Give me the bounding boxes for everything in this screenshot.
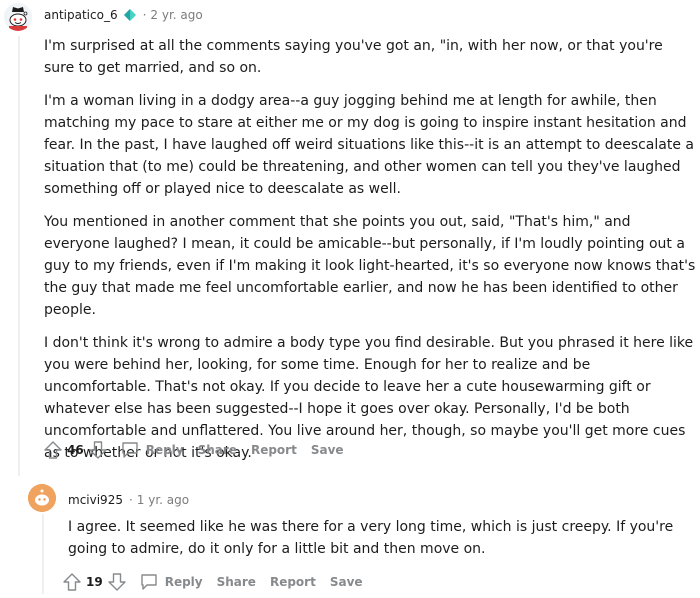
share-button[interactable]: Share xyxy=(198,443,237,457)
avatar[interactable] xyxy=(4,3,32,31)
comment-actions: 19 Reply Share Report Save xyxy=(62,572,363,592)
comment-paragraph: I'm surprised at all the comments saying… xyxy=(44,38,663,76)
comment-body: I'm surprised at all the comments saying… xyxy=(44,35,696,464)
thread-line[interactable] xyxy=(42,514,44,594)
timestamp[interactable]: 1 yr. ago xyxy=(137,493,189,507)
comment-paragraph: You mentioned in another comment that sh… xyxy=(44,214,696,318)
flair-icon xyxy=(123,8,137,22)
upvote-icon[interactable] xyxy=(43,440,63,460)
username[interactable]: mcivi925 xyxy=(68,493,123,507)
snoo-avatar-icon xyxy=(28,484,56,512)
comment-body: I agree. It seemed like he was there for… xyxy=(68,516,696,560)
comment-meta: antipatico_6 · 2 yr. ago xyxy=(44,8,203,22)
downvote-icon[interactable] xyxy=(107,572,127,592)
separator-dot: · xyxy=(128,493,133,507)
reply-button[interactable]: Reply xyxy=(120,440,184,460)
reply-label: Reply xyxy=(145,443,184,457)
comment-actions: 46 Reply Share Report Save xyxy=(43,440,344,460)
downvote-icon[interactable] xyxy=(88,440,108,460)
thread-line[interactable] xyxy=(18,36,20,476)
timestamp[interactable]: 2 yr. ago xyxy=(150,8,202,22)
save-button[interactable]: Save xyxy=(311,443,344,457)
comment-paragraph: I'm a woman living in a dodgy area--a gu… xyxy=(44,93,694,197)
save-button[interactable]: Save xyxy=(330,575,363,589)
vote-group: 19 xyxy=(62,572,127,592)
avatar[interactable] xyxy=(28,484,56,512)
reply-icon xyxy=(120,440,146,460)
vote-group: 46 xyxy=(43,440,108,460)
vote-count: 46 xyxy=(67,443,84,457)
snoo-avatar-icon xyxy=(4,3,32,31)
comment-paragraph: I agree. It seemed like he was there for… xyxy=(68,519,674,557)
upvote-icon[interactable] xyxy=(62,572,82,592)
vote-count: 19 xyxy=(86,575,103,589)
report-button[interactable]: Report xyxy=(251,443,297,457)
username[interactable]: antipatico_6 xyxy=(44,8,118,22)
reply-icon xyxy=(139,572,165,592)
report-button[interactable]: Report xyxy=(270,575,316,589)
share-button[interactable]: Share xyxy=(217,575,256,589)
separator-dot: · xyxy=(142,8,147,22)
reply-button[interactable]: Reply xyxy=(139,572,203,592)
reply-label: Reply xyxy=(164,575,203,589)
comment-meta: mcivi925 · 1 yr. ago xyxy=(68,493,189,507)
